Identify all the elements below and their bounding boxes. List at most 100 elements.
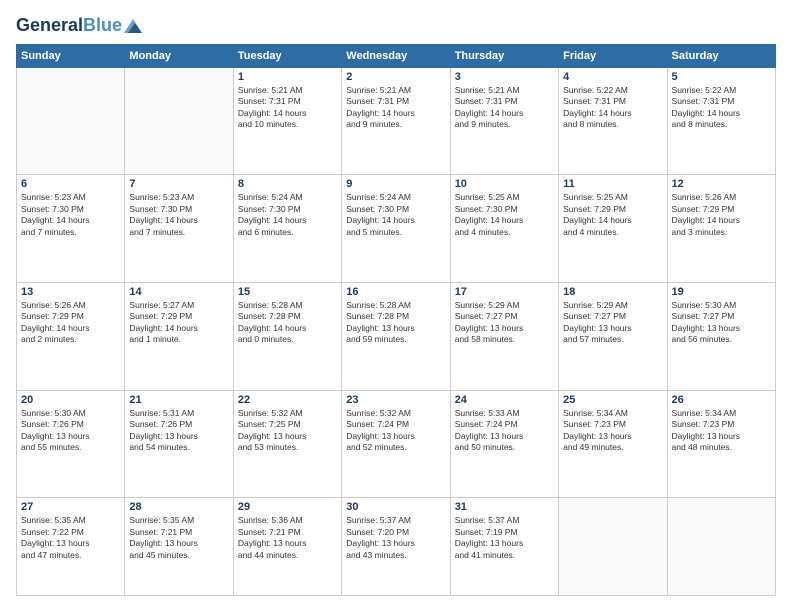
page: GeneralBlue SundayMondayTuesdayWednesday… [0, 0, 792, 612]
day-number: 9 [346, 178, 445, 190]
day-info: Sunrise: 5:25 AM Sunset: 7:30 PM Dayligh… [455, 192, 554, 238]
day-number: 25 [563, 394, 662, 406]
header: GeneralBlue [16, 16, 776, 36]
calendar-cell [559, 498, 667, 596]
day-number: 6 [21, 178, 120, 190]
weekday-header: Thursday [450, 44, 558, 67]
calendar-cell [667, 498, 775, 596]
calendar-cell: 30 Sunrise: 5:37 AM Sunset: 7:20 PM Dayli… [342, 498, 450, 596]
calendar-cell: 26Sunrise: 5:34 AM Sunset: 7:23 PM Dayli… [667, 390, 775, 498]
calendar-cell: 18 Sunrise: 5:29 AM Sunset: 7:27 PM Dayli… [559, 282, 667, 390]
calendar-cell: 21Sunrise: 5:31 AM Sunset: 7:26 PM Dayli… [125, 390, 233, 498]
weekday-header: Friday [559, 44, 667, 67]
day-number: 27 [21, 501, 120, 513]
day-info: Sunrise: 5:22 AM Sunset: 7:31 PM Dayligh… [563, 85, 662, 131]
day-info: Sunrise: 5:21 AM Sunset: 7:31 PM Dayligh… [238, 85, 337, 131]
calendar-header-row: SundayMondayTuesdayWednesdayThursdayFrid… [17, 44, 776, 67]
day-info: Sunrise: 5:23 AM Sunset: 7:30 PM Dayligh… [129, 192, 228, 238]
calendar-cell: 31 Sunrise: 5:37 AM Sunset: 7:19 PM Dayli… [450, 498, 558, 596]
calendar-week-row: 1 Sunrise: 5:21 AM Sunset: 7:31 PM Daylig… [17, 67, 776, 175]
day-info: Sunrise: 5:33 AM Sunset: 7:24 PM Dayligh… [455, 408, 554, 454]
day-info: Sunrise: 5:35 AM Sunset: 7:22 PM Dayligh… [21, 515, 120, 561]
calendar-cell: 29 Sunrise: 5:36 AM Sunset: 7:21 PM Dayli… [233, 498, 341, 596]
day-number: 19 [672, 286, 771, 298]
day-number: 30 [346, 501, 445, 513]
day-number: 17 [455, 286, 554, 298]
day-number: 23 [346, 394, 445, 406]
day-number: 22 [238, 394, 337, 406]
calendar-cell: 12 Sunrise: 5:26 AM Sunset: 7:29 PM Dayli… [667, 175, 775, 283]
day-info: Sunrise: 5:30 AM Sunset: 7:26 PM Dayligh… [21, 408, 120, 454]
day-number: 31 [455, 501, 554, 513]
day-number: 2 [346, 71, 445, 83]
day-info: Sunrise: 5:26 AM Sunset: 7:29 PM Dayligh… [672, 192, 771, 238]
weekday-header: Tuesday [233, 44, 341, 67]
day-info: Sunrise: 5:21 AM Sunset: 7:31 PM Dayligh… [346, 85, 445, 131]
day-number: 24 [455, 394, 554, 406]
weekday-header: Wednesday [342, 44, 450, 67]
calendar-week-row: 27 Sunrise: 5:35 AM Sunset: 7:22 PM Dayli… [17, 498, 776, 596]
day-info: Sunrise: 5:32 AM Sunset: 7:24 PM Dayligh… [346, 408, 445, 454]
day-number: 7 [129, 178, 228, 190]
calendar-cell: 9 Sunrise: 5:24 AM Sunset: 7:30 PM Daylig… [342, 175, 450, 283]
day-info: Sunrise: 5:28 AM Sunset: 7:28 PM Dayligh… [346, 300, 445, 346]
day-info: Sunrise: 5:35 AM Sunset: 7:21 PM Dayligh… [129, 515, 228, 561]
day-number: 29 [238, 501, 337, 513]
day-info: Sunrise: 5:24 AM Sunset: 7:30 PM Dayligh… [346, 192, 445, 238]
day-number: 28 [129, 501, 228, 513]
day-number: 18 [563, 286, 662, 298]
calendar-cell: 24 Sunrise: 5:33 AM Sunset: 7:24 PM Dayli… [450, 390, 558, 498]
day-info: Sunrise: 5:36 AM Sunset: 7:21 PM Dayligh… [238, 515, 337, 561]
day-info: Sunrise: 5:30 AM Sunset: 7:27 PM Dayligh… [672, 300, 771, 346]
day-number: 11 [563, 178, 662, 190]
calendar-table: SundayMondayTuesdayWednesdayThursdayFrid… [16, 44, 776, 596]
calendar-cell: 25 Sunrise: 5:34 AM Sunset: 7:23 PM Dayli… [559, 390, 667, 498]
calendar-cell: 28 Sunrise: 5:35 AM Sunset: 7:21 PM Dayli… [125, 498, 233, 596]
calendar-cell: 13 Sunrise: 5:26 AM Sunset: 7:29 PM Dayli… [17, 282, 125, 390]
calendar-cell: 3Sunrise: 5:21 AM Sunset: 7:31 PM Daylig… [450, 67, 558, 175]
calendar-cell: 4 Sunrise: 5:22 AM Sunset: 7:31 PM Daylig… [559, 67, 667, 175]
calendar-cell: 17Sunrise: 5:29 AM Sunset: 7:27 PM Dayli… [450, 282, 558, 390]
calendar-cell: 16Sunrise: 5:28 AM Sunset: 7:28 PM Dayli… [342, 282, 450, 390]
day-info: Sunrise: 5:32 AM Sunset: 7:25 PM Dayligh… [238, 408, 337, 454]
day-number: 3 [455, 71, 554, 83]
logo-icon [124, 19, 142, 33]
day-info: Sunrise: 5:27 AM Sunset: 7:29 PM Dayligh… [129, 300, 228, 346]
calendar-cell: 6Sunrise: 5:23 AM Sunset: 7:30 PM Daylig… [17, 175, 125, 283]
calendar-cell: 10Sunrise: 5:25 AM Sunset: 7:30 PM Dayli… [450, 175, 558, 283]
logo-text: GeneralBlue [16, 16, 122, 36]
day-info: Sunrise: 5:29 AM Sunset: 7:27 PM Dayligh… [563, 300, 662, 346]
day-info: Sunrise: 5:25 AM Sunset: 7:29 PM Dayligh… [563, 192, 662, 238]
day-info: Sunrise: 5:34 AM Sunset: 7:23 PM Dayligh… [563, 408, 662, 454]
day-info: Sunrise: 5:37 AM Sunset: 7:20 PM Dayligh… [346, 515, 445, 561]
day-info: Sunrise: 5:28 AM Sunset: 7:28 PM Dayligh… [238, 300, 337, 346]
calendar-week-row: 13 Sunrise: 5:26 AM Sunset: 7:29 PM Dayli… [17, 282, 776, 390]
day-info: Sunrise: 5:31 AM Sunset: 7:26 PM Dayligh… [129, 408, 228, 454]
day-info: Sunrise: 5:24 AM Sunset: 7:30 PM Dayligh… [238, 192, 337, 238]
calendar-week-row: 20Sunrise: 5:30 AM Sunset: 7:26 PM Dayli… [17, 390, 776, 498]
day-info: Sunrise: 5:26 AM Sunset: 7:29 PM Dayligh… [21, 300, 120, 346]
calendar-cell: 15 Sunrise: 5:28 AM Sunset: 7:28 PM Dayli… [233, 282, 341, 390]
day-info: Sunrise: 5:37 AM Sunset: 7:19 PM Dayligh… [455, 515, 554, 561]
calendar-cell: 22 Sunrise: 5:32 AM Sunset: 7:25 PM Dayli… [233, 390, 341, 498]
day-number: 12 [672, 178, 771, 190]
calendar-cell: 20Sunrise: 5:30 AM Sunset: 7:26 PM Dayli… [17, 390, 125, 498]
day-number: 5 [672, 71, 771, 83]
calendar-cell: 2 Sunrise: 5:21 AM Sunset: 7:31 PM Daylig… [342, 67, 450, 175]
day-number: 1 [238, 71, 337, 83]
day-number: 14 [129, 286, 228, 298]
day-number: 15 [238, 286, 337, 298]
calendar-cell: 7 Sunrise: 5:23 AM Sunset: 7:30 PM Daylig… [125, 175, 233, 283]
calendar-cell: 23 Sunrise: 5:32 AM Sunset: 7:24 PM Dayli… [342, 390, 450, 498]
weekday-header: Sunday [17, 44, 125, 67]
calendar-cell [125, 67, 233, 175]
day-info: Sunrise: 5:34 AM Sunset: 7:23 PM Dayligh… [672, 408, 771, 454]
calendar-week-row: 6 Sunrise: 5:23 AM Sunset: 7:30 PM Daylig… [17, 175, 776, 283]
calendar-cell: 19 Sunrise: 5:30 AM Sunset: 7:27 PM Dayli… [667, 282, 775, 390]
calendar-cell: 11 Sunrise: 5:25 AM Sunset: 7:29 PM Dayli… [559, 175, 667, 283]
day-number: 13 [21, 286, 120, 298]
day-number: 4 [563, 71, 662, 83]
day-number: 8 [238, 178, 337, 190]
day-info: Sunrise: 5:22 AM Sunset: 7:31 PM Dayligh… [672, 85, 771, 131]
calendar-cell: 8 Sunrise: 5:24 AM Sunset: 7:30 PM Daylig… [233, 175, 341, 283]
